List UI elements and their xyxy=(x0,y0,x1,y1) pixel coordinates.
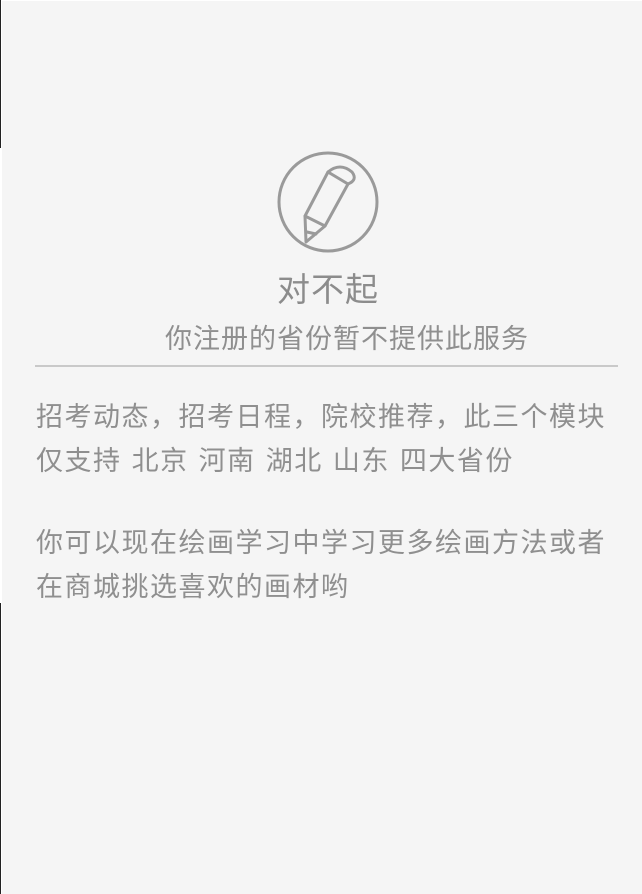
supported-provinces-message: 招考动态，招考日程，院校推荐，此三个模块仅支持 北京 河南 湖北 山东 四大省份 xyxy=(36,402,606,477)
divider xyxy=(35,365,618,367)
page-subtitle: 你注册的省份暂不提供此服务 xyxy=(165,324,529,355)
pencil-circle-icon xyxy=(276,150,382,256)
window-edge-bottom xyxy=(0,603,1,894)
window-edge-top xyxy=(0,0,1,148)
page-title: 对不起 xyxy=(277,270,379,309)
unsupported-region-page: 对不起 你注册的省份暂不提供此服务 招考动态，招考日程，院校推荐，此三个模块仅支… xyxy=(2,1,642,894)
suggestion-message: 你可以现在绘画学习中学习更多绘画方法或者在商城挑选喜欢的画材哟 xyxy=(36,528,606,603)
